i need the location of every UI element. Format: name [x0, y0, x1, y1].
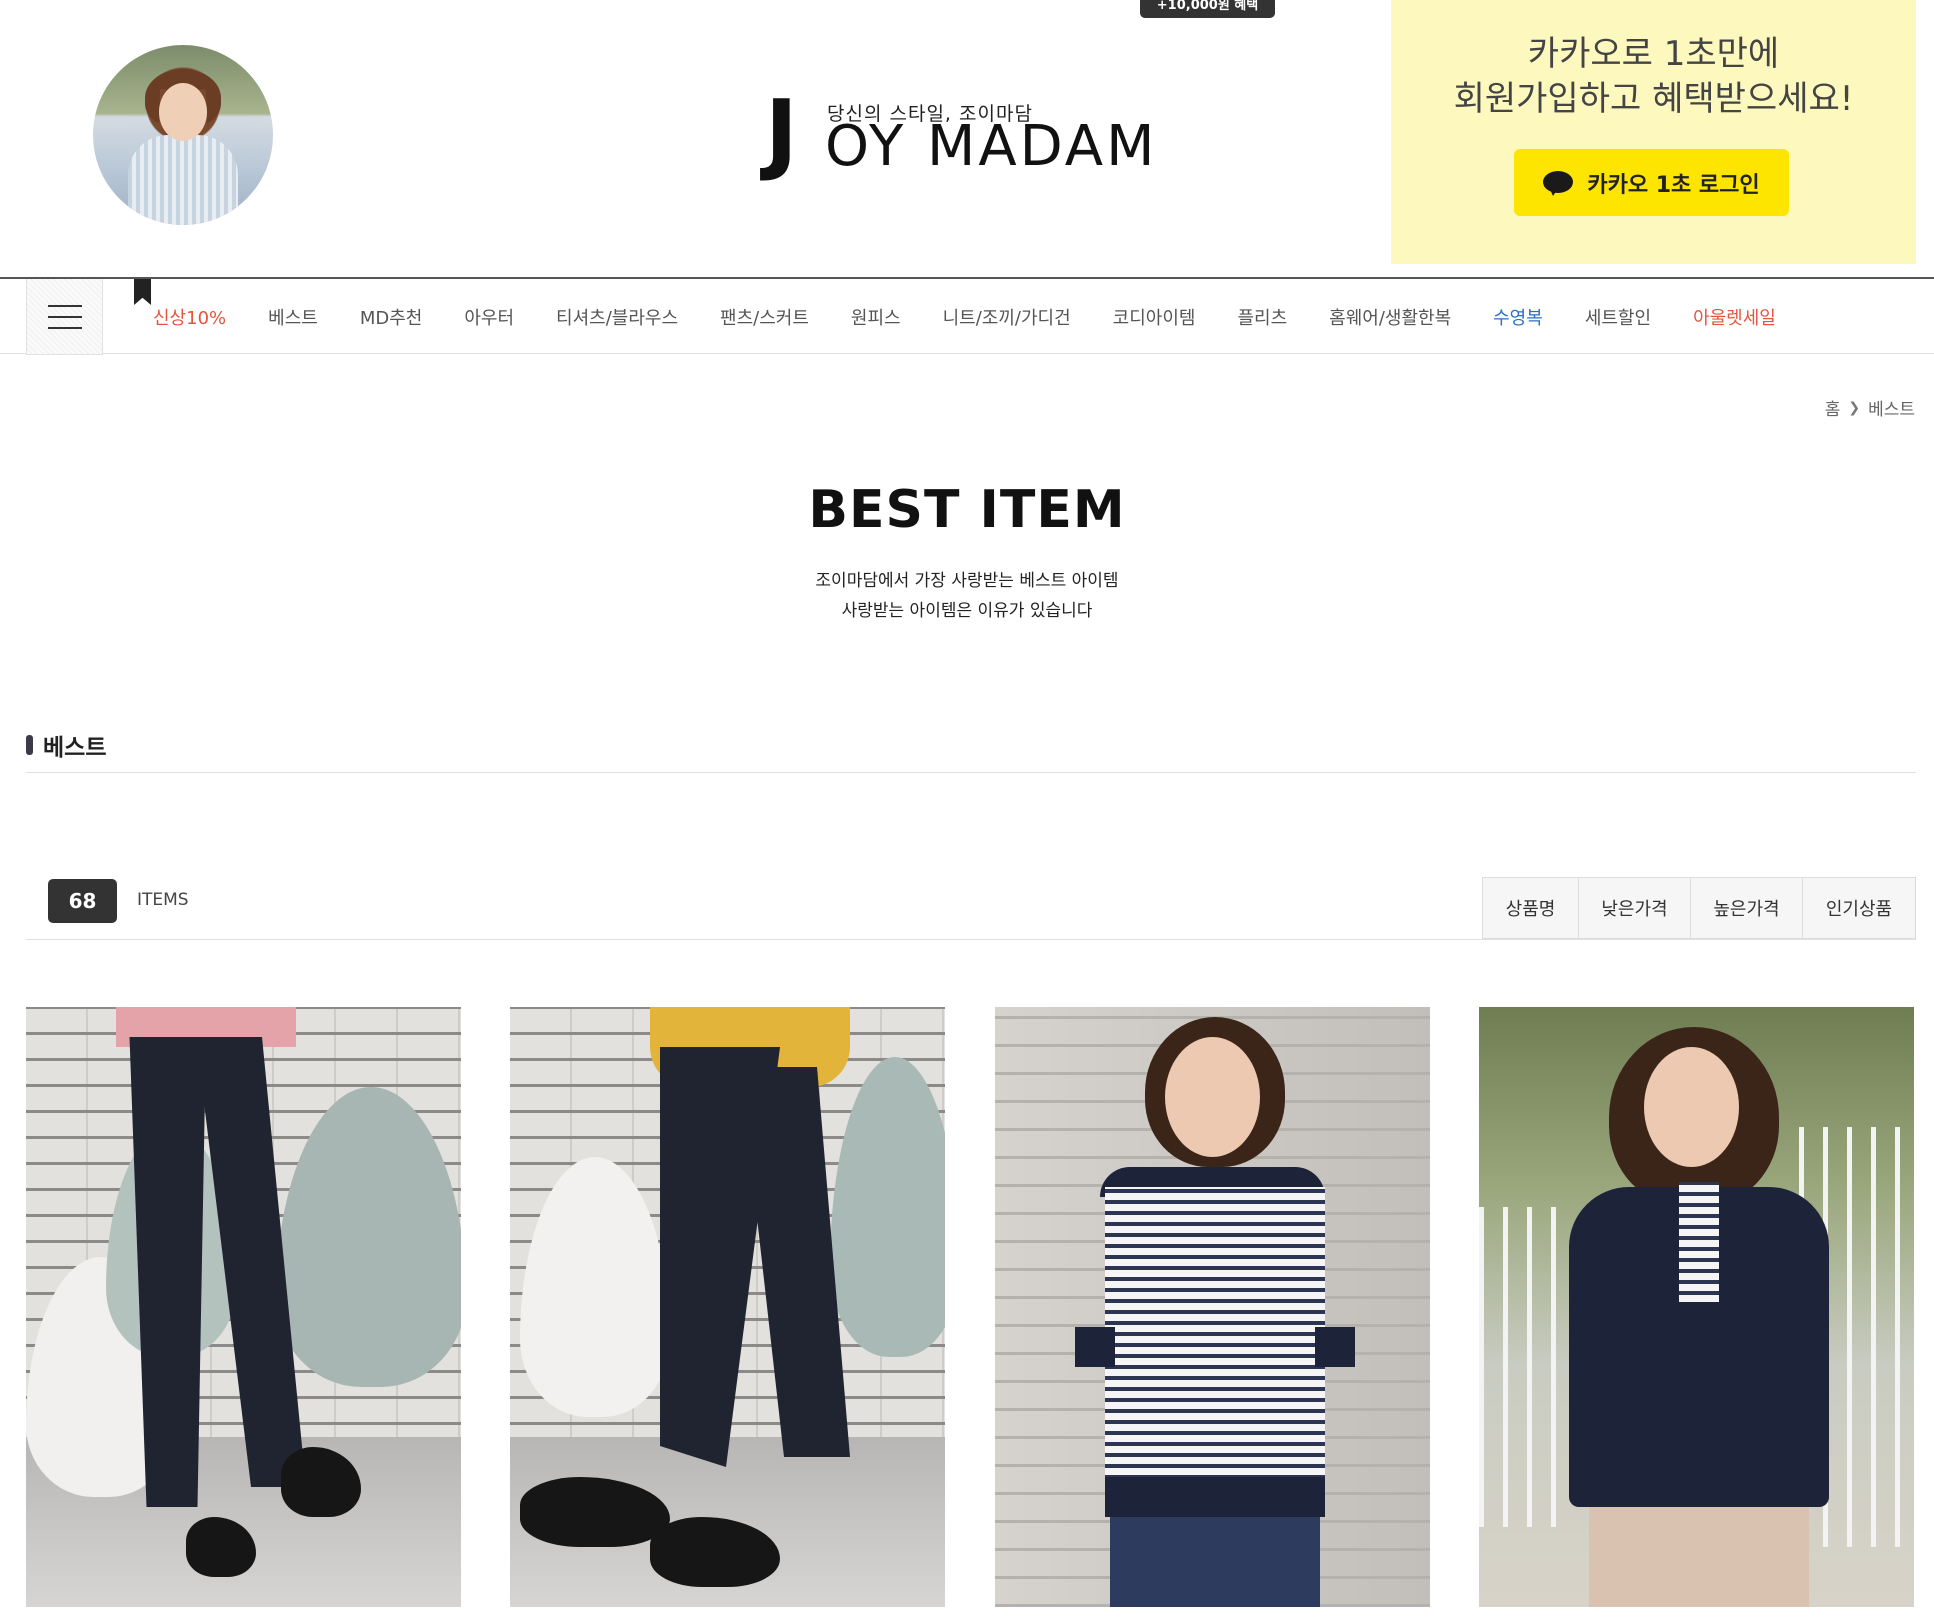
kakao-banner-line2: 회원가입하고 혜택받으세요!	[1453, 79, 1854, 119]
item-count-badge: 68	[48, 879, 117, 923]
sort-popular-button[interactable]: 인기상품	[1802, 878, 1915, 938]
hamburger-icon	[47, 304, 82, 307]
site-logo[interactable]: 당신의 스타일, 조이마담 J OY MADAM	[765, 89, 1185, 185]
chevron-right-icon: ❯	[1848, 399, 1861, 416]
nav-item-swimwear[interactable]: 수영복	[1493, 304, 1543, 330]
product-image[interactable]	[1479, 1007, 1914, 1607]
menu-toggle-button[interactable]	[26, 279, 103, 355]
nav-item-knit[interactable]: 니트/조끼/가디건	[943, 304, 1071, 330]
subtitle-line1: 조이마담에서 가장 사랑받는 베스트 아이템	[815, 571, 1119, 591]
product-card[interactable]	[26, 1007, 461, 1607]
sort-by-name-button[interactable]: 상품명	[1483, 878, 1578, 938]
model-avatar[interactable]	[93, 45, 273, 225]
breadcrumb-home[interactable]: 홈	[1825, 395, 1841, 420]
sort-high-price-button[interactable]: 높은가격	[1690, 878, 1802, 938]
item-count-label: ITEMS	[137, 890, 189, 910]
nav-item-coordi[interactable]: 코디아이템	[1113, 304, 1196, 330]
speech-bubble-icon	[1543, 170, 1574, 196]
product-card[interactable]	[510, 1007, 945, 1607]
product-image[interactable]	[26, 1007, 461, 1607]
kakao-login-button[interactable]: 카카오 1초 로그인	[1514, 149, 1789, 216]
product-image[interactable]	[510, 1007, 945, 1607]
nav-item-tshirt-blouse[interactable]: 티셔츠/블라우스	[556, 304, 678, 330]
heading-marker	[26, 735, 33, 755]
logo-wordmark: OY MADAM	[825, 114, 1158, 179]
kakao-signup-banner: 카카오로 1초만에 회원가입하고 혜택받으세요! 카카오 1초 로그인	[1391, 0, 1916, 264]
sort-options: 상품명 낮은가격 높은가격 인기상품	[1482, 877, 1916, 939]
nav-item-pleats[interactable]: 플리츠	[1237, 304, 1287, 330]
logo-initial: J	[765, 81, 798, 184]
listing-toolbar: 68 ITEMS 상품명 낮은가격 높은가격 인기상품	[26, 877, 1916, 940]
nav-item-outer[interactable]: 아우터	[464, 304, 514, 330]
section-heading-label: 베스트	[43, 735, 107, 761]
main-nav: 신상10% 베스트 MD추천 아우터 티셔츠/블라우스 팬츠/스커트 원피스 니…	[0, 277, 1934, 355]
product-card[interactable]	[995, 1007, 1430, 1607]
breadcrumb: 홈 ❯ 베스트	[1825, 395, 1915, 421]
product-image[interactable]	[995, 1007, 1430, 1607]
nav-item-best[interactable]: 베스트	[268, 304, 318, 330]
product-grid	[26, 1007, 1916, 1607]
nav-item-set-discount[interactable]: 세트할인	[1585, 304, 1651, 330]
product-card[interactable]	[1479, 1007, 1914, 1607]
site-header: +10,000원 혜택 당신의 스타일, 조이마담 J OY MADAM 카카오…	[0, 0, 1934, 277]
nav-item-pants-skirt[interactable]: 팬츠/스커트	[720, 304, 809, 330]
page-title: BEST ITEM	[808, 480, 1126, 540]
nav-item-outlet[interactable]: 아울렛세일	[1693, 304, 1776, 330]
nav-item-homewear[interactable]: 홈웨어/생활한복	[1329, 304, 1451, 330]
nav-item-new[interactable]: 신상10%	[153, 304, 226, 330]
category-menu: 신상10% 베스트 MD추천 아우터 티셔츠/블라우스 팬츠/스커트 원피스 니…	[153, 279, 1818, 355]
subtitle-line2: 사랑받는 아이템은 이유가 있습니다	[841, 601, 1093, 621]
bookmark-icon[interactable]	[134, 279, 151, 305]
breadcrumb-current[interactable]: 베스트	[1868, 395, 1915, 420]
promo-badge[interactable]: +10,000원 혜택	[1140, 0, 1275, 18]
sort-low-price-button[interactable]: 낮은가격	[1578, 878, 1690, 938]
divider	[26, 772, 1916, 773]
section-heading: 베스트	[26, 728, 106, 762]
nav-item-onepiece[interactable]: 원피스	[851, 304, 901, 330]
kakao-banner-line1: 카카오로 1초만에	[1527, 34, 1780, 74]
nav-item-md-pick[interactable]: MD추천	[360, 304, 423, 330]
kakao-login-label: 카카오 1초 로그인	[1587, 172, 1760, 198]
page-subtitle: 조이마담에서 가장 사랑받는 베스트 아이템 사랑받는 아이템은 이유가 있습니…	[0, 566, 1934, 626]
